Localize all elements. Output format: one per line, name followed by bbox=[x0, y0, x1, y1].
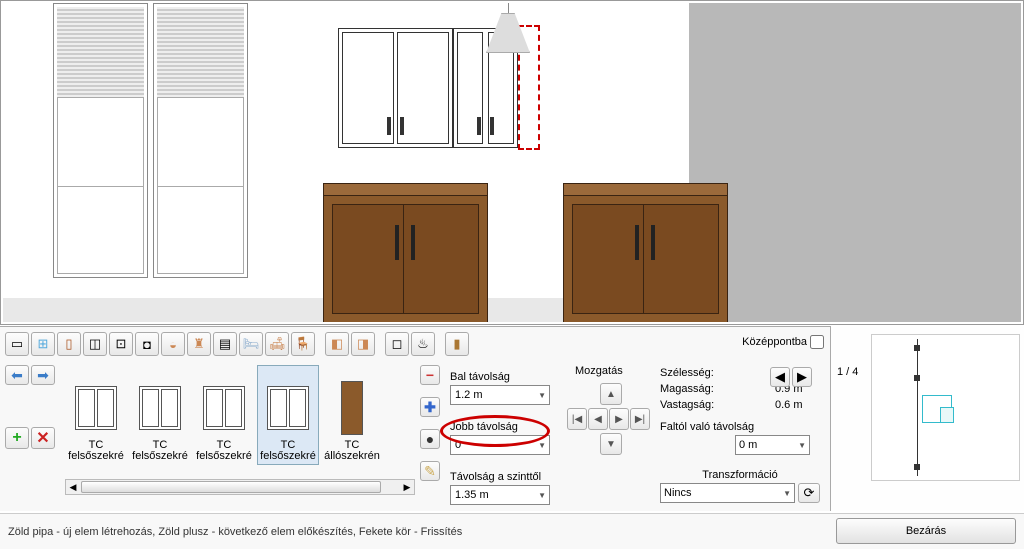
height-label: Magasság: bbox=[660, 381, 714, 397]
gallery-item-0[interactable]: TCfelsőszekré bbox=[65, 365, 127, 465]
thick-value: 0.6 m bbox=[775, 397, 820, 413]
gallery-item-sub: felsőszekré bbox=[196, 450, 252, 462]
cat-bed-icon[interactable]: 🛏 bbox=[239, 332, 263, 356]
transform-combo[interactable]: Nincs▼ bbox=[660, 483, 795, 503]
gallery-item-sub: felsőszekré bbox=[68, 450, 124, 462]
scroll-thumb[interactable] bbox=[81, 481, 381, 493]
move-down-button[interactable]: ▼ bbox=[600, 433, 622, 455]
add-action-button[interactable]: ✚ bbox=[420, 397, 440, 417]
add-button[interactable]: + bbox=[5, 427, 29, 449]
cat-chair-icon[interactable]: 🪑 bbox=[291, 332, 315, 356]
gallery-item-sub: felsőszekré bbox=[260, 450, 316, 462]
cat-appliance-icon[interactable]: ◻ bbox=[385, 332, 409, 356]
wall-cabinet-1 bbox=[338, 28, 453, 148]
level-dist-label: Távolság a szinttől bbox=[450, 471, 575, 483]
right-dist-label: Jobb távolság bbox=[450, 421, 575, 433]
gallery-item-sub: felsőszekré bbox=[132, 450, 188, 462]
wall-dist-combo[interactable]: 0 m▼ bbox=[735, 435, 810, 455]
gallery-item-1[interactable]: TCfelsőszekré bbox=[129, 365, 191, 465]
gallery-item-4[interactable]: TCállószekrén bbox=[321, 365, 383, 465]
wall-dist-label: Faltól való távolság bbox=[660, 421, 820, 433]
cat-kitchen2-icon[interactable]: ◨ bbox=[351, 332, 375, 356]
scene bbox=[3, 3, 1021, 322]
cat-lamp-icon[interactable]: ◒ bbox=[161, 332, 185, 356]
center-checkbox[interactable] bbox=[810, 335, 824, 349]
thick-label: Vastagság: bbox=[660, 397, 714, 413]
gallery-next-button[interactable]: ➡ bbox=[31, 365, 55, 385]
move-up-button[interactable]: ▲ bbox=[600, 383, 622, 405]
page-prev-button[interactable]: ◀ bbox=[770, 367, 790, 387]
cat-switch-icon[interactable]: ⊡ bbox=[109, 332, 133, 356]
cat-wardrobe-icon[interactable]: ▮ bbox=[445, 332, 469, 356]
action-column: − ✚ ● ✎ bbox=[420, 365, 442, 481]
gallery-item-2[interactable]: TCfelsőszekré bbox=[193, 365, 255, 465]
center-option: Középpontba bbox=[742, 335, 824, 349]
base-cabinet-2 bbox=[563, 183, 728, 322]
distance-props: Bal távolság 1.2 m▼ Jobb távolság 0▼ Táv… bbox=[450, 365, 575, 505]
delete-button[interactable]: ✕ bbox=[31, 427, 55, 449]
gallery-item-3[interactable]: TCfelsőszekré bbox=[257, 365, 319, 465]
gallery-nav: ⬅ ➡ bbox=[5, 365, 55, 385]
cat-sofa-icon[interactable]: 🛋 bbox=[265, 332, 289, 356]
base-cabinet-1 bbox=[323, 183, 488, 322]
viewport-3d[interactable] bbox=[0, 0, 1024, 325]
preview-canvas[interactable] bbox=[871, 334, 1020, 481]
add-delete-group: + ✕ bbox=[5, 427, 55, 449]
move-far-right-button[interactable]: ▶| bbox=[630, 408, 650, 430]
window-1 bbox=[53, 3, 148, 278]
cat-double-icon[interactable]: ◫ bbox=[83, 332, 107, 356]
cat-door-icon[interactable]: ▯ bbox=[57, 332, 81, 356]
gallery: TCfelsőszekré TCfelsőszekré TCfelsőszekr… bbox=[65, 365, 415, 475]
status-bar: Zöld pipa - új elem létrehozás, Zöld plu… bbox=[0, 513, 1024, 549]
gallery-scrollbar[interactable]: ◀ ▶ bbox=[65, 479, 415, 495]
transform-label: Transzformáció bbox=[660, 469, 820, 481]
cat-window-icon[interactable]: ⊞ bbox=[31, 332, 55, 356]
pendant-lamp bbox=[483, 3, 533, 58]
gallery-item-sub: állószekrén bbox=[324, 450, 380, 462]
move-left-button[interactable]: ◀ bbox=[588, 408, 608, 430]
preview-page-indicator: 1 / 4 bbox=[837, 366, 858, 378]
close-button[interactable]: Bezárás bbox=[836, 518, 1016, 544]
scroll-left-icon[interactable]: ◀ bbox=[66, 480, 80, 494]
left-dist-combo[interactable]: 1.2 m▼ bbox=[450, 385, 550, 405]
level-dist-combo[interactable]: 1.35 m▼ bbox=[450, 485, 550, 505]
gallery-prev-button[interactable]: ⬅ bbox=[5, 365, 29, 385]
window-2 bbox=[153, 3, 248, 278]
right-dist-combo[interactable]: 0▼ bbox=[450, 435, 550, 455]
cat-socket-icon[interactable]: ◘ bbox=[135, 332, 159, 356]
category-toolbar: ▭ ⊞ ▯ ◫ ⊡ ◘ ◒ ♜ ▤ 🛏 🛋 🪑 ◧ ◨ ◻ ♨ ▮ bbox=[5, 332, 469, 358]
cat-kitchen1-icon[interactable]: ◧ bbox=[325, 332, 349, 356]
scroll-right-icon[interactable]: ▶ bbox=[400, 480, 414, 494]
page-next-button[interactable]: ▶ bbox=[792, 367, 812, 387]
move-label: Mozgatás bbox=[575, 365, 650, 377]
cat-sink-icon[interactable]: ♨ bbox=[411, 332, 435, 356]
cat-generic-icon[interactable]: ▭ bbox=[5, 332, 29, 356]
move-far-left-button[interactable]: |◀ bbox=[567, 408, 587, 430]
remove-action-button[interactable]: − bbox=[420, 365, 440, 385]
edit-action-button[interactable]: ✎ bbox=[420, 461, 440, 481]
preview-panel: 1 / 4 bbox=[830, 326, 1024, 511]
refresh-action-button[interactable]: ● bbox=[420, 429, 440, 449]
move-right-button[interactable]: ▶ bbox=[609, 408, 629, 430]
wall-right bbox=[689, 3, 1021, 322]
left-dist-label: Bal távolság bbox=[450, 371, 575, 383]
cat-floorlamp-icon[interactable]: ♜ bbox=[187, 332, 211, 356]
width-label: Szélesség: bbox=[660, 365, 714, 381]
transform-refresh-button[interactable]: ⟳ bbox=[798, 483, 820, 503]
center-label: Középpontba bbox=[742, 336, 807, 348]
status-text: Zöld pipa - új elem létrehozás, Zöld plu… bbox=[8, 526, 462, 538]
move-controls: Mozgatás ▲ |◀ ◀ ▶ ▶| ▼ bbox=[575, 365, 650, 455]
cat-radiator-icon[interactable]: ▤ bbox=[213, 332, 237, 356]
